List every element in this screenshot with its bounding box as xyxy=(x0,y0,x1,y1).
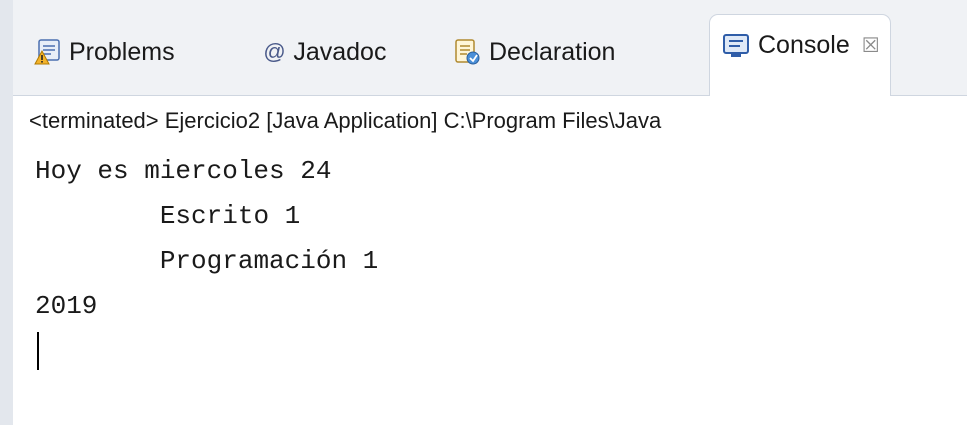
console-status-line: <terminated> Ejercicio2 [Java Applicatio… xyxy=(29,108,662,133)
declaration-icon xyxy=(453,38,481,66)
problems-icon xyxy=(33,38,61,66)
tab-label-console: Console xyxy=(758,31,850,59)
tab-console[interactable]: Console ☒ xyxy=(709,14,891,96)
tab-javadoc[interactable]: @ Javadoc xyxy=(263,32,386,72)
console-view: Problems @ Javadoc Declaration Console ☒… xyxy=(0,0,967,425)
tab-label-declaration: Declaration xyxy=(489,37,616,66)
at-sign-icon: @ xyxy=(263,39,286,64)
close-icon[interactable]: ☒ xyxy=(862,33,880,58)
tab-problems[interactable]: Problems xyxy=(33,32,175,72)
console-icon xyxy=(722,32,750,60)
text-cursor xyxy=(37,332,39,370)
tab-label-problems: Problems xyxy=(69,37,175,66)
console-output-text: Hoy es miercoles 24 Escrito 1 Programaci… xyxy=(35,156,379,321)
console-content[interactable]: <terminated> Ejercicio2 [Java Applicatio… xyxy=(13,96,967,425)
view-left-border xyxy=(0,0,13,425)
view-tab-bar: Problems @ Javadoc Declaration Console ☒ xyxy=(13,0,967,96)
tab-declaration[interactable]: Declaration xyxy=(453,32,615,72)
tab-label-javadoc: Javadoc xyxy=(293,37,387,66)
